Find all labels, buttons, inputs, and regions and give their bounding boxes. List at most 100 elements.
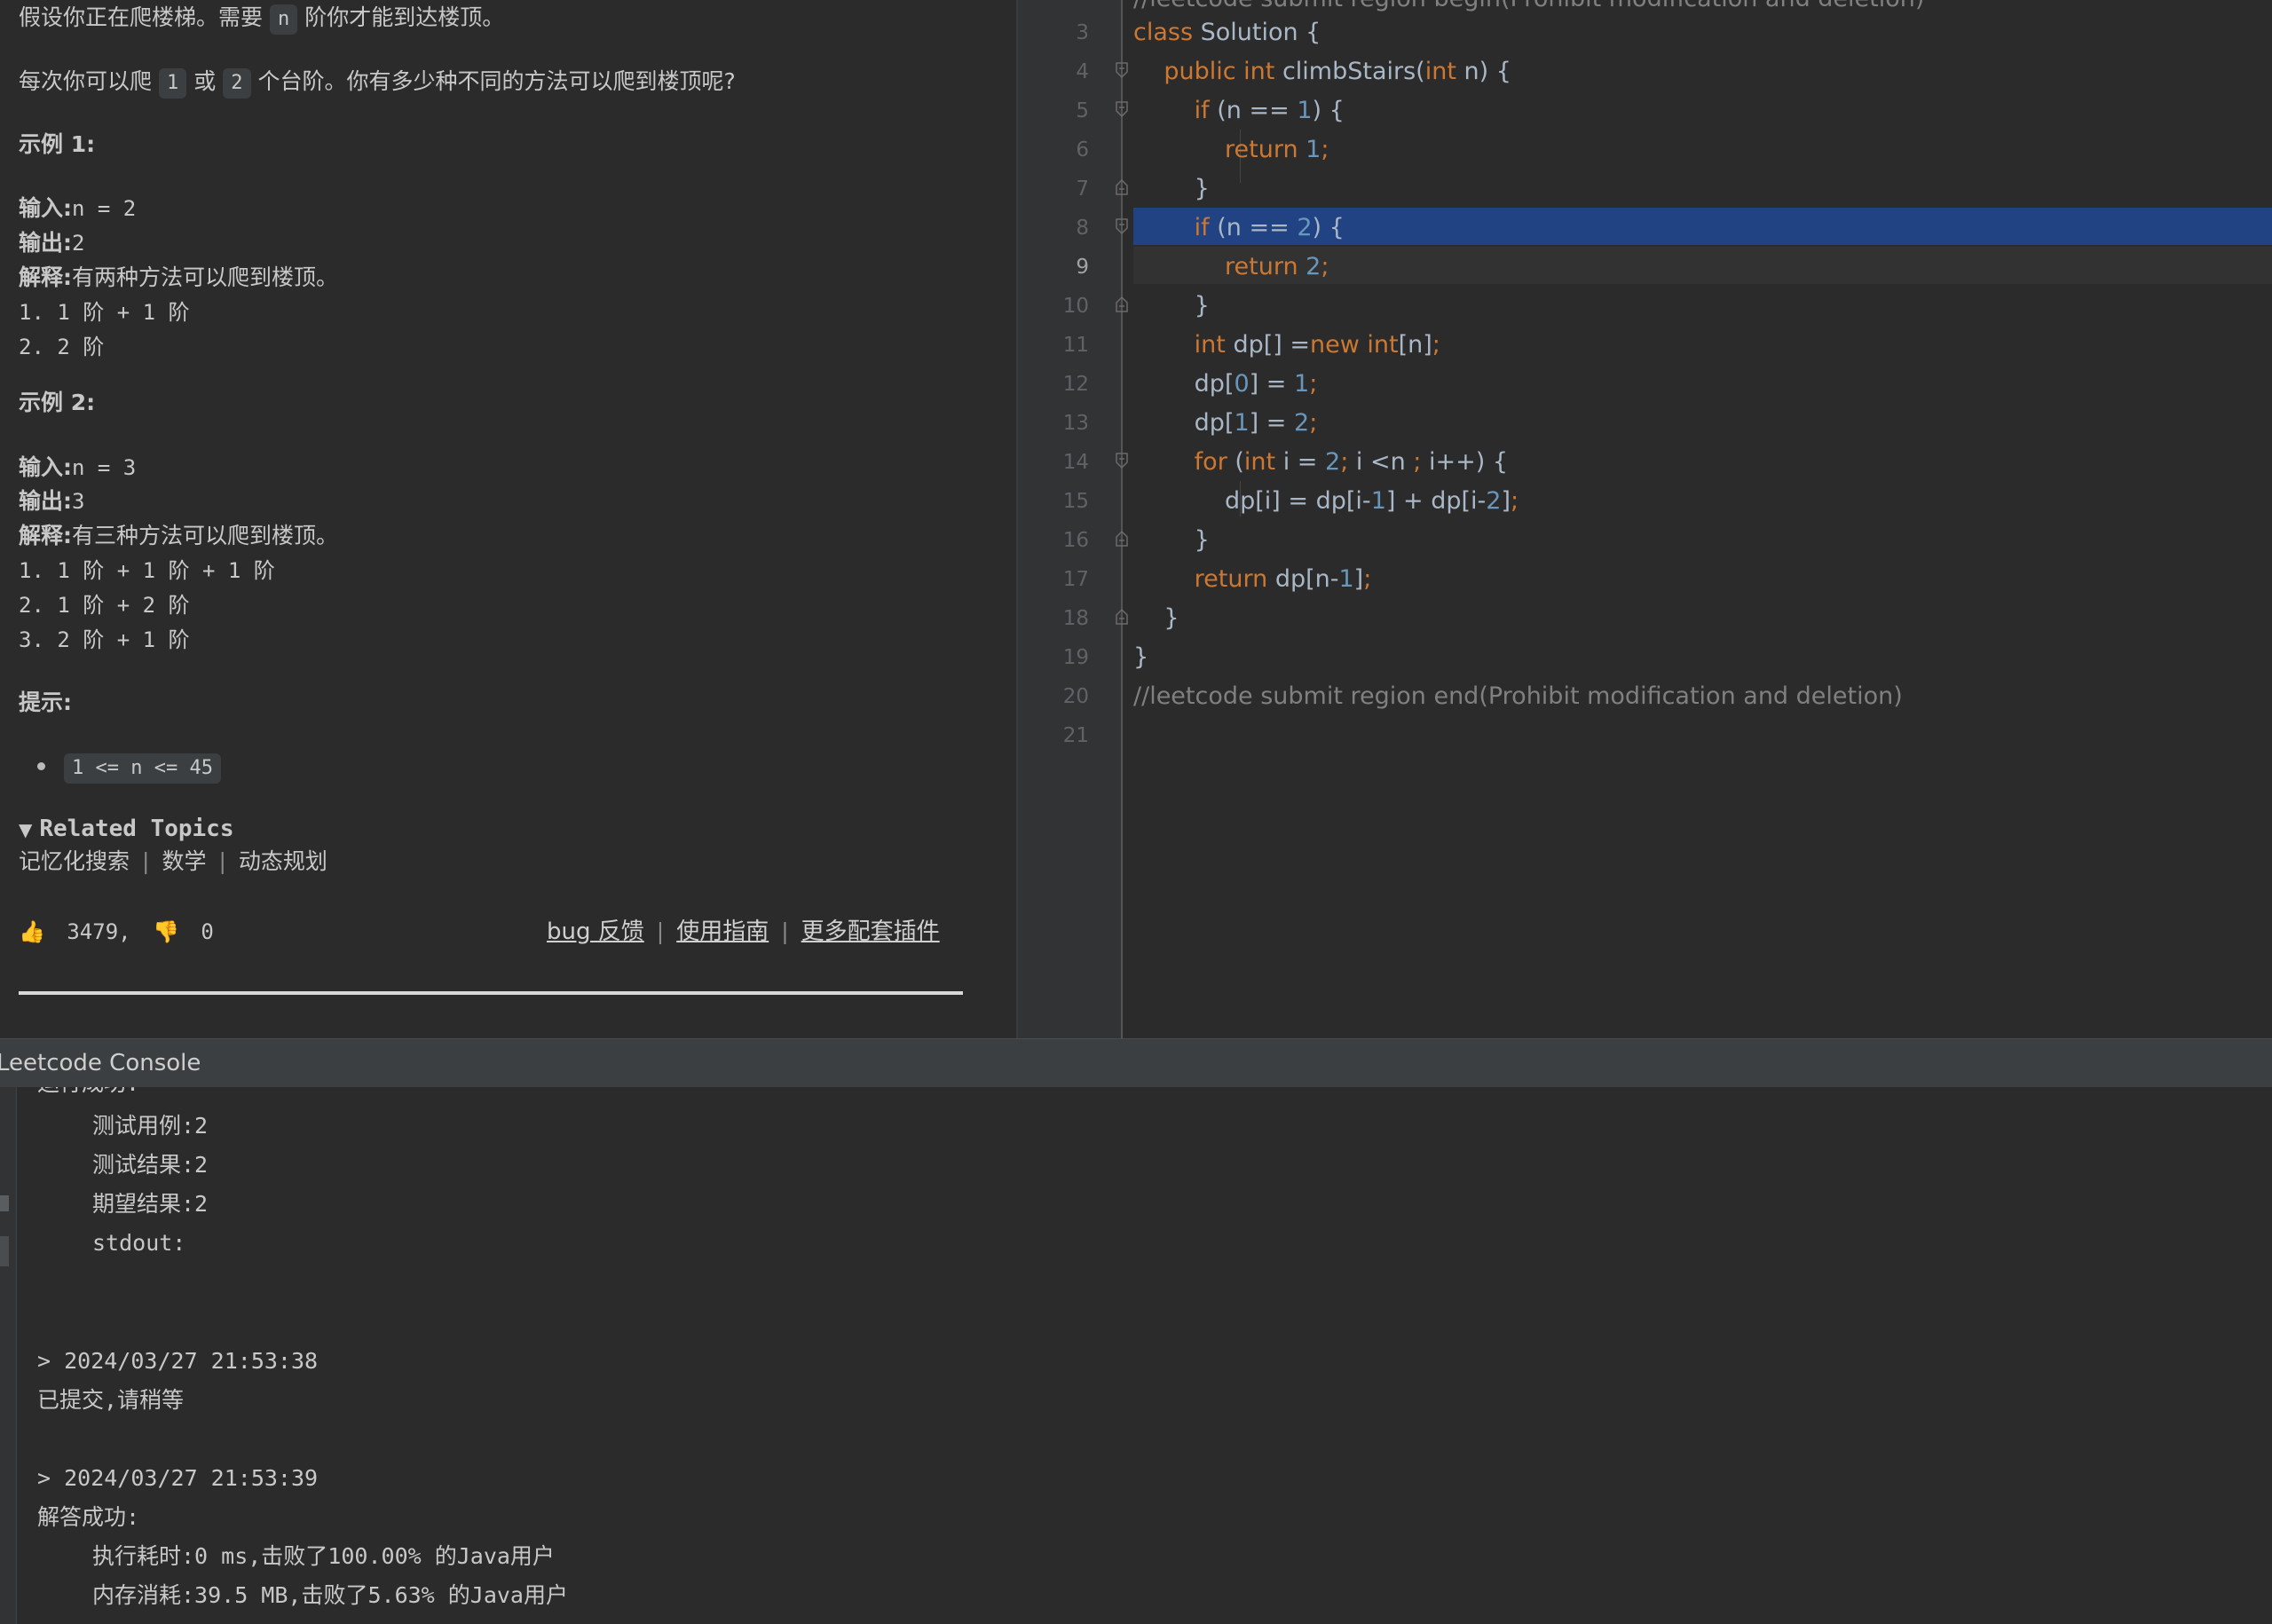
- code-line[interactable]: dp[i] = dp[i-1] + dp[i-2];: [1133, 482, 1519, 521]
- console-header[interactable]: Leetcode Console: [0, 1038, 2272, 1087]
- rule-or: 或: [193, 68, 217, 94]
- constraint-chip: 1 <= n <= 45: [64, 753, 221, 784]
- bug-feedback-link[interactable]: bug 反馈: [547, 918, 644, 945]
- line-number: 6: [1076, 138, 1089, 162]
- related-topics-toggle[interactable]: ▼ Related Topics: [19, 813, 234, 846]
- code-line[interactable]: int dp[] =new int[n];: [1133, 326, 1440, 365]
- console-line: 解答成功:: [37, 1504, 140, 1530]
- topic-list: 记忆化搜索 | 数学 | 动态规划: [19, 848, 327, 874]
- line-number: 16: [1062, 529, 1089, 552]
- like-count: 3479,: [67, 919, 131, 944]
- input-label: 输入:: [19, 195, 72, 221]
- bullet-icon: [37, 762, 45, 770]
- console-toolbar[interactable]: [0, 1087, 17, 1624]
- code-line[interactable]: }: [1133, 169, 1210, 209]
- fold-open-icon[interactable]: [1116, 218, 1128, 234]
- example-2-title: 示例 2:: [19, 390, 96, 415]
- example-1-output: 输出:2: [19, 227, 84, 259]
- line-number: 8: [1076, 217, 1089, 240]
- fold-open-icon[interactable]: [1116, 101, 1128, 117]
- code-chip: 2: [223, 68, 251, 99]
- console-output[interactable]: 运行成功: 测试用例:2 测试结果:2 期望结果:2 stdout: > 202…: [0, 1087, 2272, 1624]
- user-guide-link[interactable]: 使用指南: [676, 918, 769, 945]
- code-line[interactable]: public int climbStairs(int n) {: [1133, 52, 1511, 91]
- input-value: n = 3: [72, 455, 137, 480]
- thumbs-up-icon[interactable]: 👍: [19, 919, 45, 944]
- code-line[interactable]: class Solution {: [1133, 13, 1321, 52]
- example-2-step: 3. 2 阶 + 1 阶: [19, 627, 190, 652]
- rule-text: 每次你可以爬: [19, 68, 153, 94]
- explain-label: 解释:: [19, 523, 72, 548]
- example-1-step: 1. 1 阶 + 1 阶: [19, 300, 190, 325]
- console-line: 测试结果:2: [92, 1152, 209, 1178]
- example-2-step: 2. 1 阶 + 2 阶: [19, 593, 190, 618]
- fold-close-icon[interactable]: [1116, 609, 1128, 625]
- topic-tag[interactable]: 记忆化搜索: [19, 848, 130, 874]
- line-number: 15: [1062, 490, 1089, 513]
- console-tool-icon[interactable]: [0, 1195, 9, 1211]
- example-2-explain: 解释:有三种方法可以爬到楼顶。: [19, 520, 338, 552]
- code-line[interactable]: for (int i = 2; i <n ; i++) {: [1133, 443, 1508, 482]
- console-line: 已提交,请稍等: [37, 1387, 185, 1413]
- line-number: 5: [1076, 99, 1089, 122]
- topic-tag[interactable]: 动态规划: [239, 848, 327, 874]
- output-value: 3: [72, 489, 85, 514]
- code-line[interactable]: dp[1] = 2;: [1133, 404, 1318, 443]
- code-line-comment[interactable]: //leetcode submit region end(Prohibit mo…: [1133, 677, 1903, 716]
- example-1-title: 示例 1:: [19, 131, 96, 157]
- line-number: 10: [1062, 295, 1089, 318]
- console-tool-icon[interactable]: [0, 1236, 9, 1266]
- line-number: 14: [1062, 451, 1089, 474]
- explain-text: 有三种方法可以爬到楼顶。: [72, 523, 339, 548]
- code-line[interactable]: }: [1133, 638, 1148, 677]
- line-number-current: 9: [1076, 256, 1089, 279]
- line-number: 4: [1076, 60, 1089, 83]
- fold-close-icon[interactable]: [1116, 179, 1128, 195]
- code-line[interactable]: return dp[n-1];: [1133, 560, 1372, 599]
- code-line[interactable]: dp[0] = 1;: [1133, 365, 1318, 404]
- thumbs-down-icon[interactable]: 👎: [153, 919, 179, 944]
- fold-close-icon[interactable]: [1116, 531, 1128, 547]
- code-line[interactable]: }: [1133, 287, 1210, 326]
- output-label: 输出:: [19, 488, 72, 514]
- console-line: stdout:: [92, 1230, 186, 1256]
- code-line-selected[interactable]: if (n == 2) {: [1133, 209, 1345, 248]
- code-line[interactable]: }: [1133, 521, 1210, 560]
- fold-close-icon[interactable]: [1116, 296, 1128, 312]
- line-number: 13: [1062, 412, 1089, 435]
- line-number: 20: [1062, 685, 1089, 708]
- more-plugins-link[interactable]: 更多配套插件: [801, 918, 940, 945]
- intro-text: 假设你正在爬楼梯。需要: [19, 4, 264, 30]
- problem-intro: 假设你正在爬楼梯。需要 n 阶你才能到达楼顶。: [19, 2, 504, 35]
- footer-links: bug 反馈 | 使用指南 | 更多配套插件: [547, 918, 940, 945]
- example-2-input: 输入:n = 3: [19, 452, 136, 484]
- code-editor[interactable]: 3 4 5 6 7 8 9 10 11 12 13 14 15 16 17 18…: [1018, 0, 2272, 1038]
- dislike-count: 0: [201, 919, 214, 944]
- line-number: 17: [1062, 568, 1089, 591]
- console-timestamp: > 2024/03/27 21:53:38: [37, 1348, 319, 1374]
- console-line: 运行成功:: [37, 1087, 139, 1101]
- code-line[interactable]: return 1;: [1133, 130, 1329, 169]
- topic-tag[interactable]: 数学: [162, 848, 206, 874]
- code-line[interactable]: if (n == 1) {: [1133, 91, 1345, 130]
- example-1-step: 2. 2 阶: [19, 335, 105, 359]
- example-2-output: 输出:3: [19, 485, 84, 517]
- code-line[interactable]: return 2;: [1133, 248, 1329, 287]
- fold-open-icon[interactable]: [1116, 62, 1128, 78]
- code-line[interactable]: }: [1133, 599, 1179, 638]
- example-1-input: 输入:n = 2: [19, 193, 136, 225]
- divider: [19, 991, 963, 995]
- hint-item: 1 <= n <= 45: [59, 751, 228, 784]
- input-label: 输入:: [19, 454, 72, 480]
- line-number: 12: [1062, 373, 1089, 396]
- console-line: 执行耗时:0 ms,击败了100.00% 的Java用户: [92, 1543, 555, 1569]
- gutter-border: [1121, 0, 1123, 1038]
- fold-open-icon[interactable]: [1116, 453, 1128, 469]
- example-2-step: 1. 1 阶 + 1 阶 + 1 阶: [19, 558, 275, 583]
- line-number: 3: [1076, 21, 1089, 44]
- related-topics-label: Related Topics: [39, 816, 234, 842]
- line-number: 19: [1062, 646, 1089, 669]
- problem-rule: 每次你可以爬 1 或 2 个台阶。你有多少种不同的方法可以爬到楼顶呢?: [19, 66, 736, 99]
- console-title[interactable]: Leetcode Console: [0, 1050, 201, 1076]
- rule-text-2: 个台阶。你有多少种不同的方法可以爬到楼顶呢?: [257, 68, 736, 94]
